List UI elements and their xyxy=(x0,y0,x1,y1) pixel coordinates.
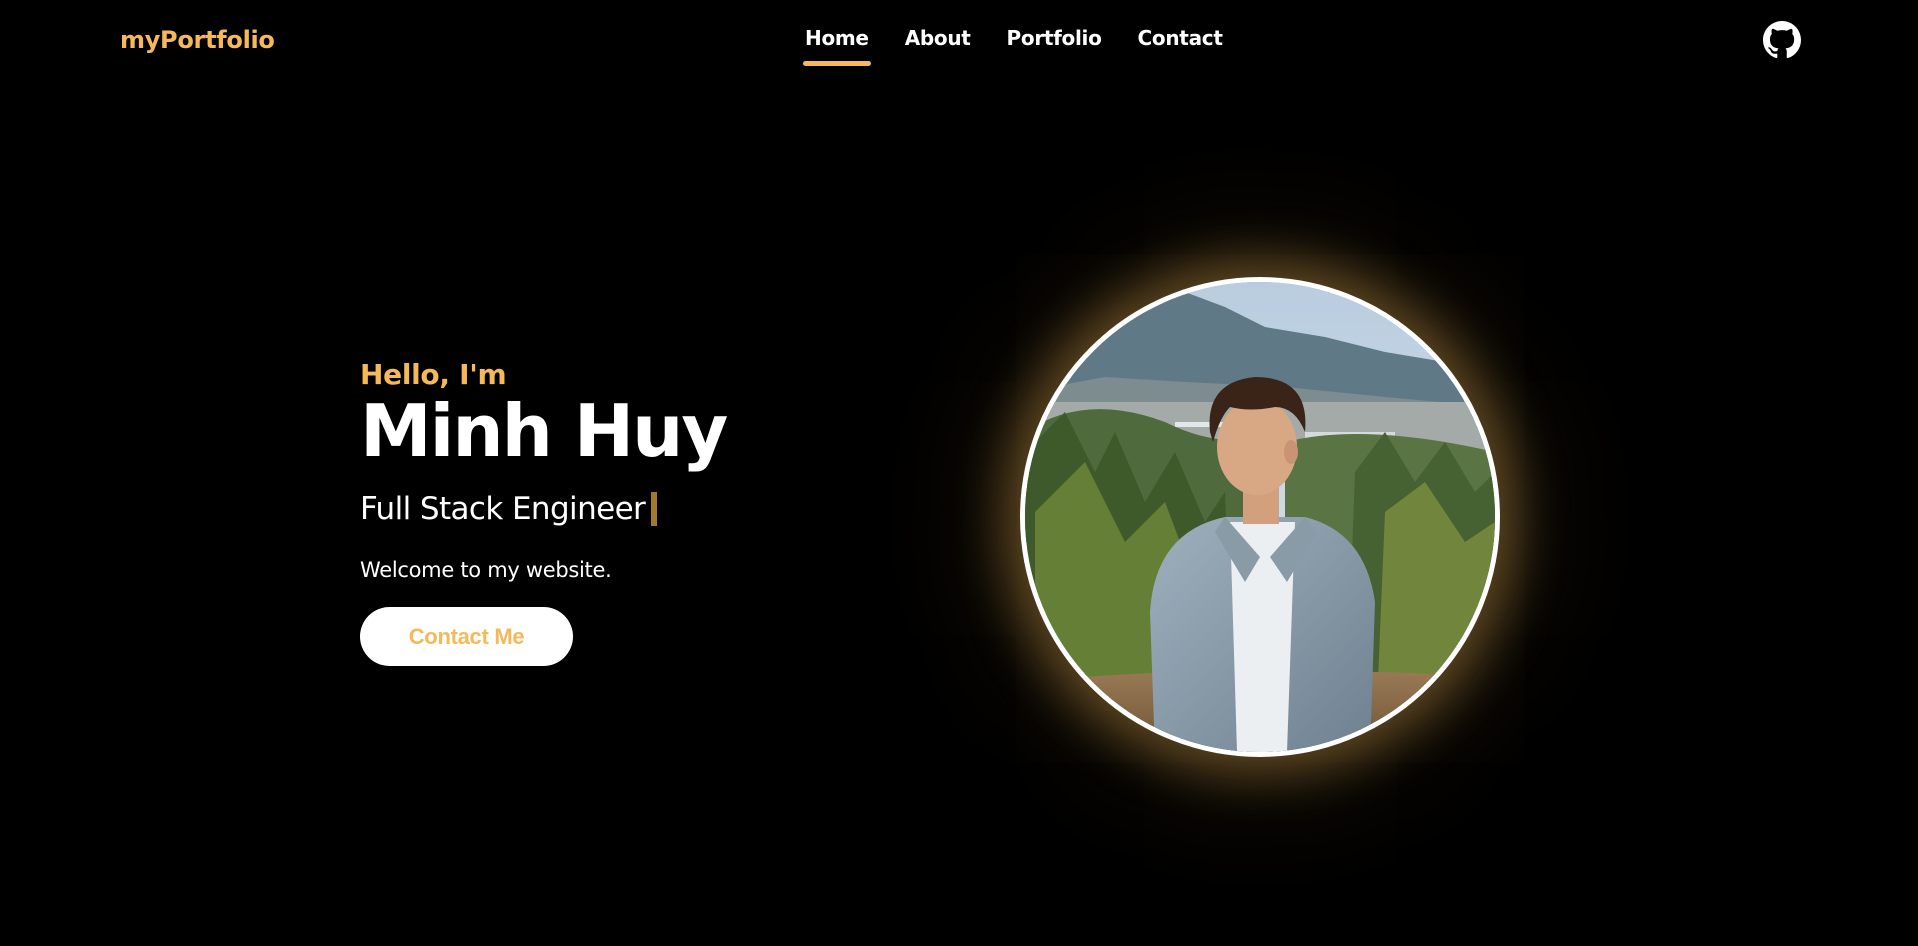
avatar-photo xyxy=(1025,282,1495,752)
contact-me-button[interactable]: Contact Me xyxy=(360,607,573,666)
page: myPortfolio Home About Portfolio Contact… xyxy=(0,0,1918,946)
role-text: Full Stack Engineer xyxy=(360,491,646,527)
typing-cursor xyxy=(651,492,658,526)
nav-contact[interactable]: Contact xyxy=(1138,26,1223,50)
avatar xyxy=(1020,277,1500,757)
avatar-glow xyxy=(1020,277,1500,757)
github-icon[interactable] xyxy=(1763,21,1801,59)
nav-portfolio[interactable]: Portfolio xyxy=(1007,26,1102,50)
site-logo[interactable]: myPortfolio xyxy=(120,26,275,54)
main-nav: Home About Portfolio Contact xyxy=(803,26,1223,66)
hero-text: Hello, I'm Minh Huy Full Stack Engineer … xyxy=(360,355,960,666)
nav-about[interactable]: About xyxy=(905,26,971,50)
welcome-text: Welcome to my website. xyxy=(360,558,612,582)
hero-name: Minh Huy xyxy=(360,389,728,473)
role-line: Full Stack Engineer xyxy=(360,487,960,531)
nav-home[interactable]: Home xyxy=(803,26,871,66)
